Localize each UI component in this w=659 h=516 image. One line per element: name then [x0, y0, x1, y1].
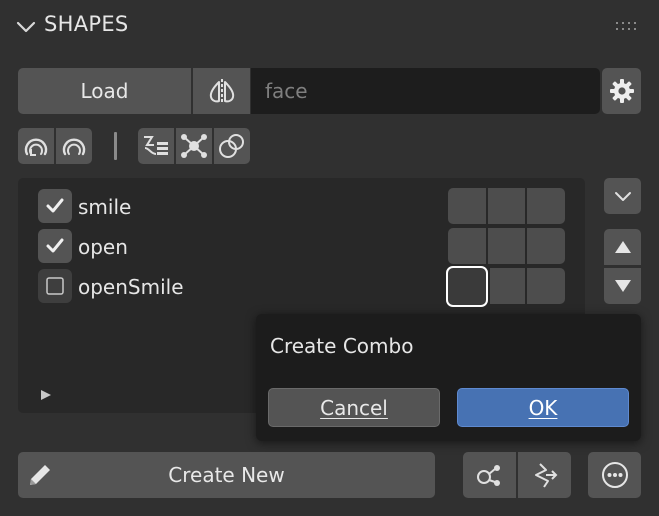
shape-name-opensmile[interactable]: openSmile [78, 275, 184, 299]
ellipsis-circle-icon [600, 460, 630, 490]
arc-left-icon [22, 132, 50, 160]
create-new-label: Create New [168, 463, 285, 487]
mirror-button[interactable] [193, 68, 250, 114]
shape-checkbox-open[interactable] [38, 229, 72, 263]
chevron-down-icon [613, 186, 633, 206]
driver-list-icon [141, 132, 171, 160]
expand-triangle-icon[interactable] [40, 389, 52, 401]
shape-cell[interactable] [527, 268, 565, 304]
share-nodes-icon [475, 461, 505, 489]
ok-button[interactable]: OK [457, 388, 629, 427]
more-options-button[interactable] [588, 452, 641, 498]
create-new-button[interactable]: Create New [18, 452, 435, 498]
arc-left-tool[interactable] [18, 128, 54, 164]
combo-button[interactable] [463, 452, 516, 498]
shape-cell[interactable] [488, 228, 525, 264]
node-connect-tool[interactable] [176, 128, 212, 164]
shape-name-input[interactable]: face [251, 68, 600, 114]
dialog-title: Create Combo [270, 334, 414, 358]
mirror-icon [207, 76, 237, 106]
collapse-chevron-icon[interactable] [14, 15, 38, 39]
overlap-circles-tool[interactable] [214, 128, 250, 164]
pencil-icon [26, 461, 54, 489]
shape-cell[interactable] [490, 268, 525, 304]
shape-cell[interactable] [488, 188, 525, 224]
shape-checkbox-smile[interactable] [38, 189, 72, 223]
split-button[interactable] [518, 452, 571, 498]
panel-title: SHAPES [44, 12, 129, 36]
shape-cell[interactable] [527, 188, 565, 224]
load-button[interactable]: Load [18, 68, 191, 114]
arc-right-icon [60, 132, 88, 160]
triangle-down-icon [614, 278, 632, 294]
cancel-button[interactable]: Cancel [268, 388, 440, 427]
move-up-button[interactable] [604, 229, 641, 265]
drag-grip-icon[interactable] [614, 18, 642, 34]
cancel-label: Cancel [320, 395, 388, 420]
toolbar-separator [114, 132, 117, 160]
create-combo-dialog: Create Combo Cancel OK [256, 314, 641, 441]
node-connect-icon [179, 132, 209, 160]
gear-icon [608, 77, 636, 105]
arc-right-tool[interactable] [56, 128, 92, 164]
shape-checkbox-opensmile[interactable] [38, 269, 72, 303]
branch-icon [530, 461, 560, 489]
settings-button[interactable] [602, 68, 641, 114]
triangle-up-icon [614, 239, 632, 255]
shape-cell[interactable] [527, 228, 565, 264]
move-down-button[interactable] [604, 268, 641, 304]
shape-name-smile[interactable]: smile [78, 195, 131, 219]
shape-cell[interactable] [448, 228, 486, 264]
name-placeholder: face [265, 79, 308, 103]
ok-label: OK [528, 395, 558, 420]
list-menu-button[interactable] [604, 178, 641, 214]
shape-cell-selected[interactable] [446, 266, 488, 307]
driver-list-tool[interactable] [138, 128, 174, 164]
overlap-circles-icon [217, 132, 247, 160]
shape-name-open[interactable]: open [78, 235, 128, 259]
shape-cell[interactable] [448, 188, 486, 224]
